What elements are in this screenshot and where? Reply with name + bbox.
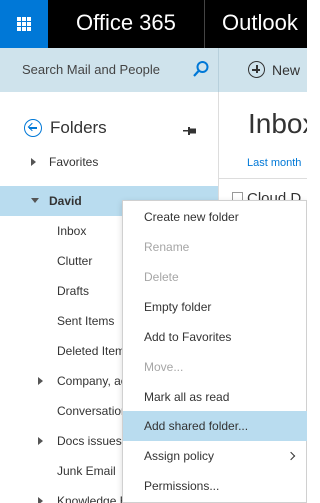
folder-context-menu: Create new folder Rename Delete Empty fo… xyxy=(122,200,307,503)
folder-label: Drafts xyxy=(57,284,90,298)
menu-item-permissions[interactable]: Permissions... xyxy=(123,471,307,501)
menu-item-mark-all-as-read[interactable]: Mark all as read xyxy=(123,382,307,412)
header-divider xyxy=(204,0,205,48)
menu-item-add-shared-folder[interactable]: Add shared folder... xyxy=(123,411,307,441)
menu-item-move: Move... xyxy=(123,352,307,382)
back-arrow-icon[interactable] xyxy=(24,119,42,137)
menu-item-label: Add to Favorites xyxy=(144,330,232,344)
app-name[interactable]: Outlook xyxy=(222,10,298,36)
menu-item-label: Delete xyxy=(144,270,179,284)
menu-item-label: Create new folder xyxy=(144,210,239,224)
pin-icon[interactable] xyxy=(183,126,197,136)
menu-item-label: Rename xyxy=(144,240,190,254)
outlook-window: Office 365 Outlook New Folders Favorites… xyxy=(0,0,307,503)
folders-title: Folders xyxy=(50,118,107,137)
mail-list-divider xyxy=(218,178,307,179)
folder-label: Inbox xyxy=(57,224,87,238)
expand-icon[interactable] xyxy=(31,158,36,166)
chevron-right-icon xyxy=(286,451,296,461)
folder-label: Docs issues xyxy=(57,434,122,448)
menu-item-label: Move... xyxy=(144,360,184,374)
filter-link[interactable]: Last month xyxy=(247,157,301,169)
folder-label: Junk Email xyxy=(57,464,116,478)
folder-label: Company, ac xyxy=(57,374,127,388)
menu-item-label: Empty folder xyxy=(144,300,212,314)
folders-header[interactable]: Folders xyxy=(24,118,107,138)
app-launcher-button[interactable] xyxy=(0,0,48,48)
menu-item-create-new-folder[interactable]: Create new folder xyxy=(123,202,307,232)
search-icon[interactable] xyxy=(192,60,210,78)
waffle-icon xyxy=(17,17,31,31)
folder-label: Deleted Items xyxy=(57,344,132,358)
menu-item-label: Permissions... xyxy=(144,479,220,493)
menu-item-label: Add shared folder... xyxy=(144,419,249,433)
folder-label: Favorites xyxy=(49,155,99,169)
folder-label: Conversation xyxy=(57,404,128,418)
expand-icon[interactable] xyxy=(38,497,43,503)
folder-item-favorites[interactable]: Favorites xyxy=(0,147,218,177)
new-button-label: New xyxy=(272,61,301,78)
search-input[interactable] xyxy=(22,62,182,77)
menu-item-delete: Delete xyxy=(123,262,307,292)
menu-item-empty-folder[interactable]: Empty folder xyxy=(123,292,307,322)
search-bar xyxy=(0,48,218,92)
menu-item-rename: Rename xyxy=(123,232,307,262)
folder-label: Sent Items xyxy=(57,314,115,328)
plus-circle-icon xyxy=(248,61,265,78)
menu-item-label: Assign policy xyxy=(144,449,215,463)
menu-item-assign-policy[interactable]: Assign policy xyxy=(123,441,307,471)
new-button[interactable]: New xyxy=(248,61,300,78)
folder-label: Clutter xyxy=(57,254,93,268)
brand-title[interactable]: Office 365 xyxy=(76,10,176,36)
menu-item-add-to-favorites[interactable]: Add to Favorites xyxy=(123,322,307,352)
expand-icon[interactable] xyxy=(38,377,43,385)
collapse-icon[interactable] xyxy=(31,198,39,203)
folder-label: David xyxy=(49,194,82,208)
expand-icon[interactable] xyxy=(38,437,43,445)
mail-list-title: Inbox xyxy=(248,108,307,139)
menu-item-label: Mark all as read xyxy=(144,390,230,404)
top-bar: Office 365 Outlook xyxy=(0,0,307,48)
